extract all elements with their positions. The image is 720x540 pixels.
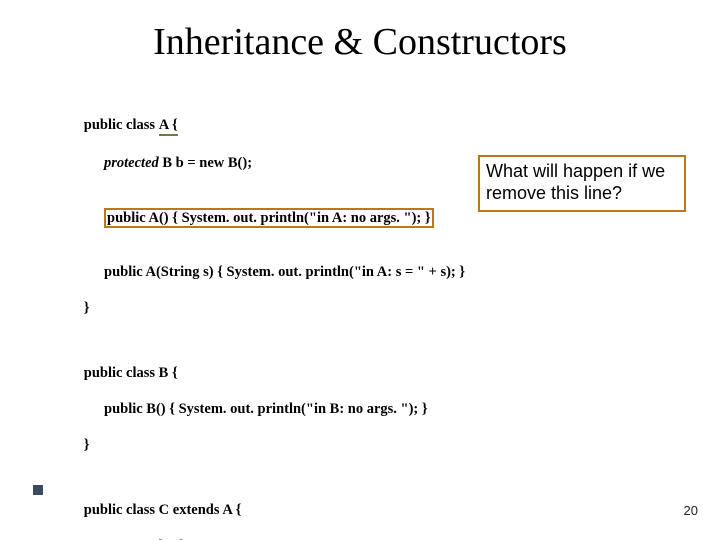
class-b-block: public class B { public B() { System. ou…	[62, 346, 662, 473]
highlighted-constructor: public A() { System. out. println("in A:…	[104, 208, 434, 228]
class-a-close: }	[84, 300, 90, 316]
class-b-decl: public class B {	[84, 365, 178, 381]
class-c-decl: public class C extends A {	[84, 502, 242, 518]
class-a-block: public class A { protected B b = new B()…	[62, 98, 662, 336]
slide: Inheritance & Constructors public class …	[0, 0, 720, 540]
page-number: 20	[684, 503, 698, 518]
slide-title: Inheritance & Constructors	[0, 20, 720, 64]
class-a-ctor1: public A(String s) { System. out. printl…	[62, 263, 662, 281]
callout-box: What will happen if we remove this line?	[478, 155, 686, 212]
class-b-ctor0: public B() { System. out. println("in B:…	[62, 400, 662, 418]
class-a-name-underline: A {	[159, 116, 178, 136]
class-b-close: }	[84, 437, 90, 453]
accent-square-icon	[33, 485, 43, 495]
class-c-block: public class C extends A { protected B b…	[62, 483, 662, 540]
class-a-decl: public class A {	[84, 117, 178, 133]
